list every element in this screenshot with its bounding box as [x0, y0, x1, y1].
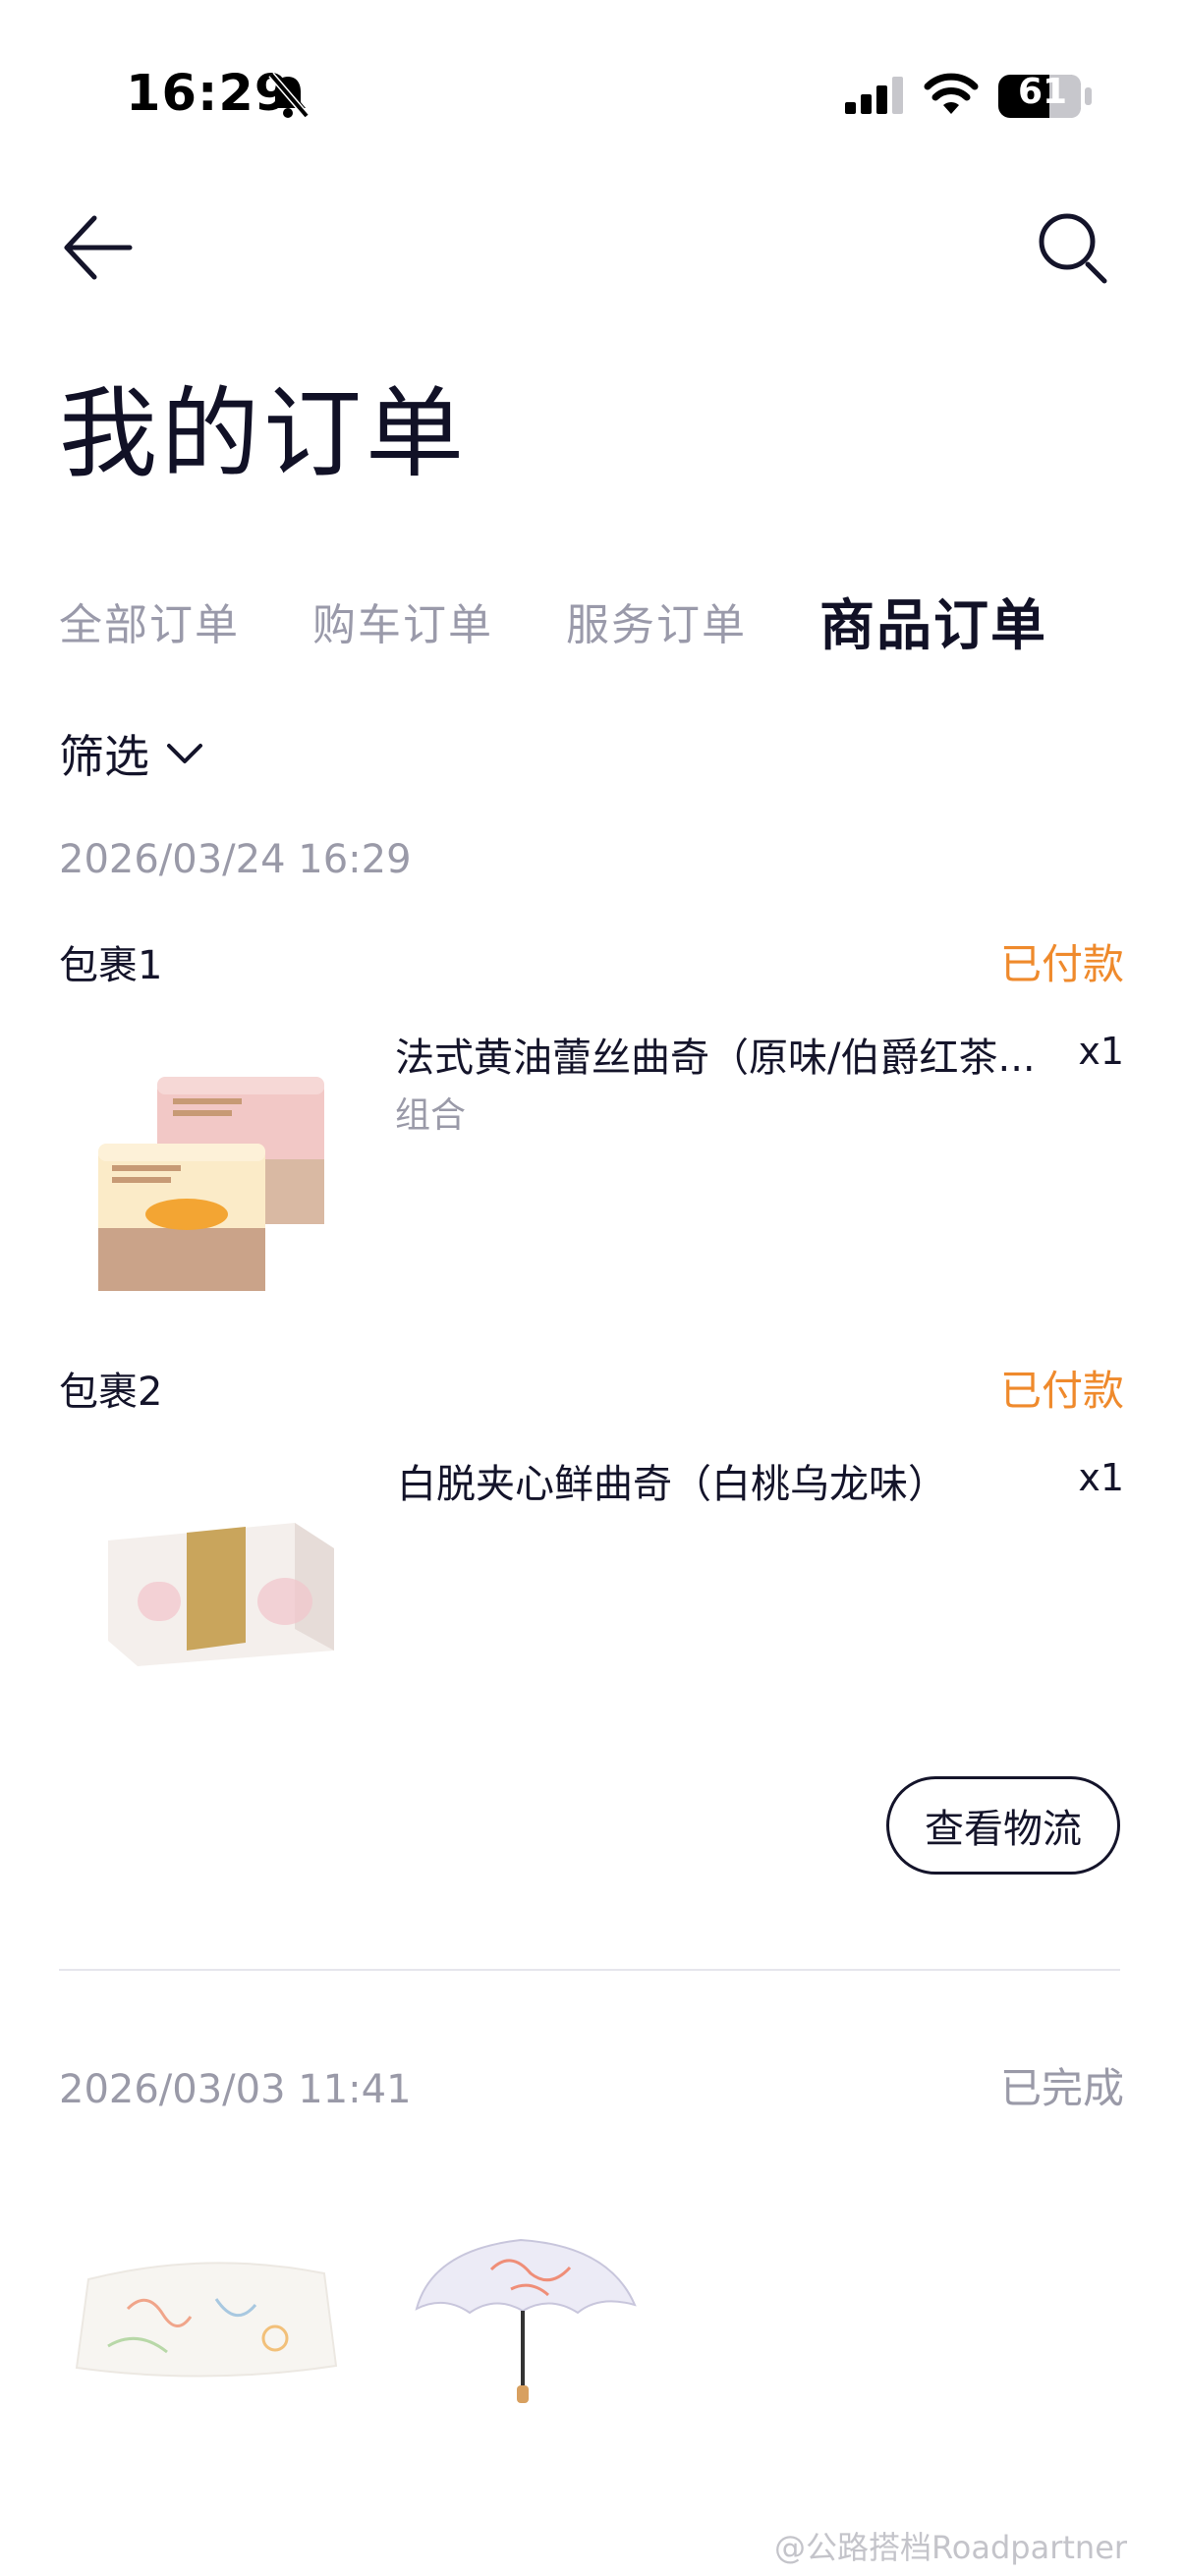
product-quantity: x1 [1078, 1030, 1124, 1073]
search-button[interactable] [1034, 208, 1122, 287]
order-status-badge: 已付款 [999, 940, 1124, 988]
silent-bell-icon [265, 71, 310, 124]
package-label: 包裹1 [59, 943, 163, 988]
order-status-badge: 已付款 [999, 1367, 1124, 1415]
order-status-badge: 已完成 [999, 2064, 1124, 2112]
order-timestamp: 2026/03/24 16:29 [59, 837, 412, 882]
product-image-umbrella[interactable] [403, 2230, 649, 2407]
wifi-icon [924, 71, 979, 118]
arrow-left-icon [64, 215, 133, 280]
battery-level: 61 [1017, 72, 1068, 112]
product-name[interactable]: 法式黄油蕾丝曲奇（原味/伯爵红茶... [395, 1026, 1036, 1083]
filter-dropdown[interactable]: 筛选 [59, 721, 204, 786]
filter-label: 筛选 [59, 730, 149, 783]
order-timestamp: 2026/03/03 11:41 [59, 2067, 412, 2112]
tab-all-orders[interactable]: 全部订单 [59, 589, 240, 652]
tab-product-orders[interactable]: 商品订单 [819, 582, 1047, 661]
order-divider [59, 1969, 1120, 1971]
product-image-blanket[interactable] [69, 2230, 344, 2397]
product-quantity: x1 [1078, 1456, 1124, 1499]
view-logistics-button[interactable]: 查看物流 [886, 1776, 1120, 1875]
page-title: 我的订单 [59, 376, 468, 491]
back-button[interactable] [59, 208, 147, 287]
product-image-sandwich-cookie[interactable] [98, 1513, 344, 1670]
package-label: 包裹2 [59, 1370, 163, 1415]
tab-car-orders[interactable]: 购车订单 [312, 589, 493, 652]
product-image-lace-cookie[interactable] [79, 1041, 354, 1307]
search-icon [1039, 213, 1107, 284]
cellular-signal-icon [845, 77, 906, 118]
tab-service-orders[interactable]: 服务订单 [566, 589, 747, 652]
product-variant: 组合 [395, 1095, 467, 1136]
watermark: @公路搭档Roadpartner [774, 2529, 1128, 2566]
chevron-down-icon [167, 744, 202, 763]
product-name[interactable]: 白脱夹心鲜曲奇（白桃乌龙味） [397, 1452, 947, 1509]
